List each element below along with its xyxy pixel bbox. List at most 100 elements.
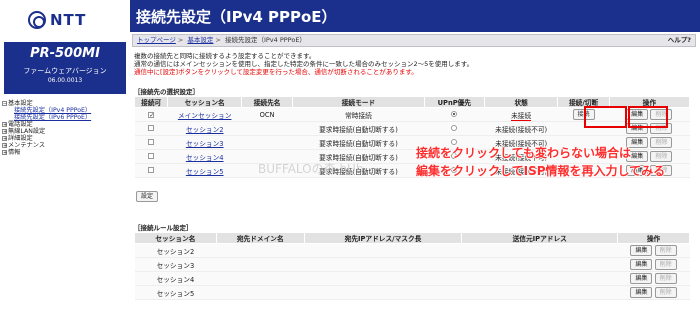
ntt-logo: NTT	[28, 8, 108, 32]
dest-cell: OCN	[241, 107, 293, 122]
help-link[interactable]: ヘルプ?	[668, 35, 691, 46]
table-row: セッション3 編集 削除	[134, 257, 690, 272]
nav-label: 接続先設定（IPv4 PPPoE）	[14, 107, 92, 114]
rule-section-title: ［接続ルール設定］	[134, 224, 193, 232]
mode-cell: 要求時接続(自動切断する)	[292, 121, 425, 136]
expand-icon[interactable]: +	[2, 142, 7, 148]
nav-subitem[interactable]: 接続先設定（IPv4 PPPoE）	[2, 107, 91, 114]
column-header: セッション名	[167, 96, 242, 108]
nav-label: メンテナンス	[8, 142, 46, 149]
delete-button[interactable]: 削除	[650, 137, 673, 148]
status-text: 未接続	[511, 111, 532, 121]
edit-button[interactable]: 編集	[630, 259, 653, 270]
delete-button[interactable]: 削除	[654, 245, 677, 256]
session-cell: セッション5	[167, 163, 242, 178]
session-link[interactable]: メインセッション	[178, 112, 232, 120]
breadcrumb: トップページ > 基本設定 > 接続先設定（IPv4 PPPoE） ヘルプ?	[132, 34, 696, 47]
table-row: セッション5 編集 削除	[134, 285, 690, 300]
connect-highlight	[584, 106, 627, 128]
nav-label: 無線LAN設定	[8, 128, 46, 135]
session-link[interactable]: セッション3	[186, 140, 224, 148]
delete-button[interactable]: 削除	[654, 259, 677, 270]
enable-cell	[134, 163, 168, 178]
firmware-label: ファームウェアバージョン	[23, 67, 107, 75]
page-title: 接続先設定（IPv4 PPPoE）	[136, 8, 337, 26]
delete-button[interactable]: 削除	[654, 287, 677, 298]
logo-text: NTT	[50, 11, 87, 29]
upnp-cell	[424, 107, 485, 122]
nav-tree: −基本設定 接続先設定（IPv4 PPPoE） 接続先設定（IPv6 PPPoE） +…	[2, 100, 91, 156]
rule-table: セッション名 宛先ドメイン名 宛先IPアドレス/マスク長 送信元IPアドレス 操作 セッ…	[134, 232, 690, 300]
nav-item[interactable]: +電話設定	[2, 121, 91, 128]
enable-checkbox[interactable]	[148, 138, 155, 145]
session-link[interactable]: セッション4	[186, 154, 224, 162]
rule-cell	[461, 271, 618, 286]
session-link[interactable]: セッション5	[186, 168, 224, 176]
edit-button[interactable]: 編集	[630, 273, 653, 284]
enable-checkbox[interactable]	[148, 124, 155, 131]
enable-cell	[134, 121, 168, 136]
mode-cell: 常時接続	[292, 107, 425, 122]
column-header: 接続モード	[292, 96, 425, 108]
edit-highlight	[628, 106, 668, 128]
nav-item[interactable]: +メンテナンス	[2, 142, 91, 149]
collapse-icon[interactable]: −	[2, 100, 7, 106]
session-cell: メインセッション	[167, 107, 242, 122]
column-header: 状態	[483, 96, 559, 108]
nav-label: 電話設定	[8, 121, 33, 128]
session-cell: セッション2	[167, 121, 242, 136]
expand-icon[interactable]: +	[2, 135, 7, 141]
breadcrumb-basic[interactable]: 基本設定	[187, 36, 213, 44]
nav-label: 基本設定	[8, 100, 33, 107]
enable-checkbox[interactable]	[148, 152, 155, 159]
breadcrumb-current: 接続先設定（IPv4 PPPoE）	[224, 36, 306, 44]
nav-item[interactable]: +無線LAN設定	[2, 128, 91, 135]
expand-icon[interactable]: +	[2, 121, 7, 127]
column-header: 操作	[617, 232, 690, 244]
column-header: セッション名	[134, 232, 217, 244]
upnp-radio[interactable]	[451, 124, 458, 131]
table-row: セッション2 編集 削除	[134, 243, 690, 258]
nav-item[interactable]: +情報	[2, 149, 91, 156]
left-panel: NTT PR-500MI ファームウェアバージョン 06.00.0013 −基本…	[0, 0, 130, 336]
nav-subitem[interactable]: 接続先設定（IPv6 PPPoE）	[2, 114, 91, 121]
ops-cell: 編集 削除	[617, 271, 690, 286]
edit-button[interactable]: 編集	[630, 245, 653, 256]
rule-cell	[216, 271, 305, 286]
upnp-radio[interactable]	[451, 110, 458, 117]
set-button[interactable]: 設定	[136, 191, 159, 202]
session-cell: セッション3	[134, 257, 217, 272]
nav-label: 情報	[8, 149, 21, 156]
ops-cell: 編集 削除	[617, 243, 690, 258]
delete-button[interactable]: 削除	[654, 273, 677, 284]
edit-button[interactable]: 編集	[630, 287, 653, 298]
status-cell: 未接続(接続不可)	[484, 121, 558, 136]
column-header: 接続先名	[240, 96, 294, 108]
expand-icon[interactable]: +	[2, 149, 7, 155]
nav-item[interactable]: +詳細設定	[2, 135, 91, 142]
rule-cell	[216, 257, 305, 272]
column-header: 送信元IPアドレス	[461, 232, 619, 244]
dest-cell	[241, 121, 293, 136]
rule-cell	[304, 243, 462, 258]
model-name: PR-500MI	[30, 46, 100, 61]
column-header: UPnP優先	[423, 96, 485, 108]
column-header: 宛先IPアドレス/マスク長	[303, 232, 463, 244]
rule-cell	[304, 257, 462, 272]
rule-cell	[216, 243, 305, 258]
rule-cell	[461, 257, 618, 272]
expand-icon[interactable]: +	[2, 128, 7, 134]
nav-label: 接続先設定（IPv6 PPPoE）	[14, 114, 92, 121]
enable-cell	[134, 135, 168, 150]
session-link[interactable]: セッション2	[186, 126, 224, 134]
enable-cell: ✓	[134, 107, 168, 122]
ops-cell: 編集 削除	[617, 257, 690, 272]
rule-cell	[461, 243, 618, 258]
delete-button[interactable]: 削除	[650, 151, 673, 162]
rule-cell	[304, 271, 462, 286]
nav-item[interactable]: −基本設定	[2, 100, 91, 107]
breadcrumb-top[interactable]: トップページ	[137, 36, 176, 44]
ntt-logo-icon	[28, 11, 46, 29]
enable-checkbox[interactable]	[148, 166, 155, 173]
enable-checkbox[interactable]: ✓	[148, 111, 154, 118]
